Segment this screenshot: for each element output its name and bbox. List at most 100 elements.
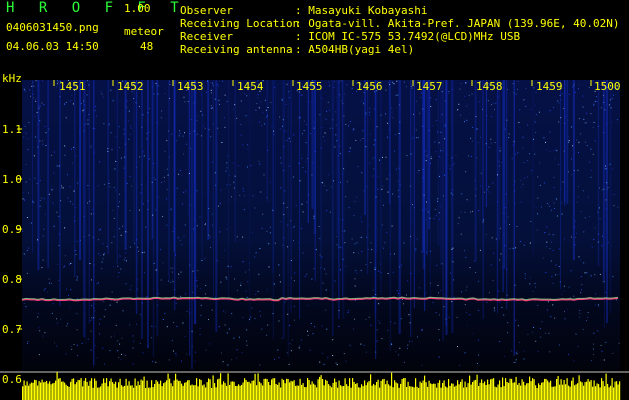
noise-speckle [509,248,511,250]
noise-speckle [61,185,62,187]
signal-bar [335,382,337,400]
noise-speckle [568,141,570,143]
noise-speckle [391,107,393,109]
noise-speckle [413,113,414,115]
signal-bar [425,382,427,400]
time-label: 1456 [356,80,383,93]
noise-streak [249,80,251,323]
noise-speckle [361,221,363,222]
signal-bar [208,378,210,400]
noise-speckle [243,209,245,211]
noise-speckle [23,136,25,138]
noise-speckle [73,344,75,345]
noise-speckle [199,288,201,290]
signal-bar [110,378,112,400]
signal-bar [554,386,556,400]
noise-speckle [75,155,77,157]
noise-speckle [327,101,329,103]
noise-speckle [445,318,447,320]
noise-speckle [453,163,455,165]
noise-speckle [137,246,139,248]
signal-bar [253,380,255,400]
noise-speckle [365,146,367,148]
noise-speckle [58,279,60,281]
noise-speckle [268,243,270,245]
noise-speckle [430,106,432,107]
noise-speckle [478,101,480,103]
noise-speckle [593,122,595,123]
noise-speckle [123,128,125,130]
noise-speckle [76,355,78,356]
signal-bar [403,378,405,400]
noise-speckle [153,163,155,165]
noise-speckle [523,177,525,179]
noise-speckle [145,226,147,228]
noise-speckle [556,215,558,217]
noise-speckle [286,352,288,354]
noise-speckle [64,103,65,105]
noise-speckle [595,293,596,295]
noise-speckle [558,344,560,346]
noise-speckle [415,100,417,102]
signal-bar [65,384,67,400]
noise-speckle [229,183,231,185]
noise-streak [311,80,314,209]
noise-speckle [439,175,440,177]
noise-speckle [344,230,346,232]
noise-speckle [516,226,518,227]
noise-speckle [30,95,31,97]
noise-speckle [516,88,518,90]
signal-bar [553,386,555,400]
noise-speckle [593,238,595,240]
noise-speckle [76,313,78,315]
noise-speckle [93,212,94,214]
signal-bar [521,379,523,400]
signal-bar [245,380,247,400]
signal-bar [542,382,544,400]
noise-speckle [257,291,259,293]
signal-bar [262,385,264,400]
noise-speckle [94,345,96,347]
noise-speckle [151,325,153,327]
noise-speckle [194,360,196,362]
signal-bar [328,384,330,400]
noise-speckle [226,228,228,230]
noise-speckle [175,302,177,304]
noise-speckle [117,340,119,342]
noise-streak [606,80,608,323]
noise-speckle [56,318,57,320]
noise-speckle [478,310,480,311]
noise-speckle [438,212,440,214]
signal-bar [326,380,328,400]
noise-speckle [160,182,162,184]
noise-speckle [410,272,412,274]
noise-speckle [354,243,356,245]
noise-speckle [377,188,379,190]
signal-bar [329,385,331,400]
noise-speckle [279,281,281,283]
noise-speckle [171,271,173,273]
signal-bar [47,383,49,400]
noise-speckle [103,252,105,254]
noise-speckle [58,165,60,167]
noise-speckle [136,279,138,281]
noise-speckle [599,273,601,275]
noise-speckle [527,160,529,162]
noise-speckle [59,96,61,98]
noise-speckle [233,337,235,339]
noise-speckle [381,224,383,226]
signal-bar [163,383,165,400]
noise-speckle [143,151,145,153]
signal-bar [481,379,483,400]
noise-speckle [125,231,127,233]
noise-speckle [94,128,96,130]
signal-bar [611,378,613,400]
signal-bar [463,387,465,400]
noise-speckle [576,232,577,234]
noise-speckle [329,109,331,111]
signal-bar [187,380,189,400]
signal-bar [607,383,609,400]
noise-speckle [546,149,548,151]
noise-speckle [480,172,482,174]
noise-speckle [79,239,81,241]
